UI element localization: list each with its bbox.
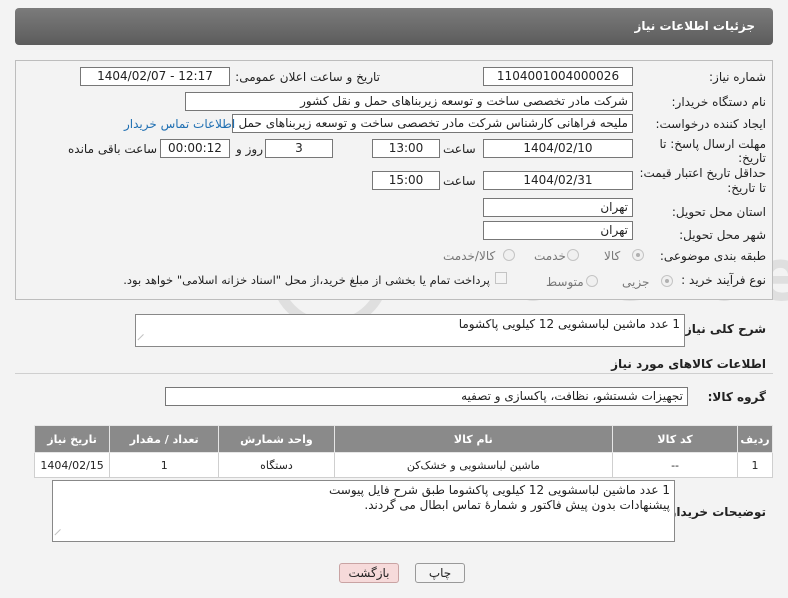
process-label: نوع فرآیند خرید : [681, 273, 766, 287]
goods-group-field: تجهیزات شستشو، نظافت، پاکسازی و تصفیه [165, 387, 688, 406]
validity-time-field: 15:00 [372, 171, 440, 190]
validity-date-field: 1404/02/31 [483, 171, 633, 190]
city-field: تهران [483, 221, 633, 240]
buyer-org-field: شرکت مادر تخصصی ساخت و توسعه زیربناهای ح… [185, 92, 633, 111]
deadline-time-label: ساعت [443, 142, 476, 156]
process-option-medium: متوسط [546, 275, 584, 289]
section-divider [15, 373, 773, 374]
page-header: جزئیات اطلاعات نیاز [15, 8, 773, 45]
summary-label: شرح کلی نیاز: [680, 322, 766, 336]
buyer-notes-line-1: 1 عدد ماشین لباسشویی 12 کیلویی پاکشوما ط… [329, 483, 670, 497]
creator-field: ملیحه فراهانی کارشناس شرکت مادر تخصصی سا… [232, 114, 633, 133]
validity-time-label: ساعت [443, 174, 476, 188]
deadline-time-field: 13:00 [372, 139, 440, 158]
table-header-row: تاریخ نیاز تعداد / مقدار واحد شمارش نام … [33, 425, 773, 453]
goods-table: تاریخ نیاز تعداد / مقدار واحد شمارش نام … [33, 425, 773, 478]
province-label: استان محل تحویل: [671, 205, 766, 219]
province-field: تهران [483, 198, 633, 217]
category-option-both: کالا/خدمت [443, 249, 496, 263]
summary-text: 1 عدد ماشین لباسشویی 12 کیلویی پاکشوما [458, 317, 680, 331]
need-number-field: 1104001004000026 [483, 67, 633, 86]
goods-group-label: گروه کالا: [707, 390, 766, 404]
cell-qty: 1 [109, 452, 220, 478]
category-option-goods: کالا [604, 249, 621, 263]
buyer-contact-link[interactable]: اطلاعات تماس خریدار [124, 117, 235, 131]
days-label: روز و [236, 142, 263, 156]
days-field: 3 [265, 139, 333, 158]
col-qty: تعداد / مقدار [109, 425, 220, 453]
col-row: ردیف [737, 425, 773, 453]
goods-section-title: اطلاعات کالاهای مورد نیاز [611, 357, 766, 371]
col-need-date: تاریخ نیاز [33, 425, 111, 453]
process-radio-medium[interactable] [586, 275, 598, 287]
cell-code: -- [612, 452, 739, 478]
category-label: طبقه بندی موضوعی: [659, 249, 766, 263]
announce-field: 1404/02/07 - 12:17 [80, 67, 230, 86]
need-number-label: شماره نیاز: [709, 70, 766, 84]
category-option-service: خدمت [534, 249, 566, 263]
resize-handle-icon[interactable] [137, 333, 150, 347]
deadline-date-field: 1404/02/10 [483, 139, 633, 158]
buyer-notes-line-2: پیشنهادات بدون پیش فاکتور و شمارۀ تماس ا… [364, 498, 670, 512]
process-option-minor: جزیی [622, 275, 650, 289]
buyer-org-label: نام دستگاه خریدار: [671, 95, 767, 109]
print-button[interactable]: چاپ [415, 563, 465, 583]
deadline-label-2: تاریخ: [738, 151, 766, 165]
page-title: جزئیات اطلاعات نیاز [634, 19, 755, 33]
col-name: نام کالا [333, 425, 614, 453]
col-unit: واحد شمارش [218, 425, 335, 453]
cell-row: 1 [737, 452, 773, 478]
cell-name: ماشین لباسشویی و خشک‌کن [333, 452, 614, 478]
remaining-time-field: 00:00:12 [160, 139, 230, 158]
deadline-label-1: مهلت ارسال پاسخ: تا [659, 137, 766, 151]
validity-label-2: تا تاریخ: [727, 181, 766, 195]
creator-label: ایجاد کننده درخواست: [655, 117, 766, 131]
col-code: کد کالا [612, 425, 739, 453]
remaining-label: ساعت باقی مانده [68, 142, 158, 156]
category-radio-goods[interactable] [632, 249, 644, 261]
cell-need-date: 1404/02/15 [33, 452, 111, 478]
back-button[interactable]: بازگشت [339, 563, 399, 583]
announce-label: تاریخ و ساعت اعلان عمومی: [235, 70, 380, 84]
cell-unit: دستگاه [218, 452, 335, 478]
summary-textarea[interactable]: 1 عدد ماشین لباسشویی 12 کیلویی پاکشوما [135, 314, 685, 347]
category-radio-both[interactable] [503, 249, 515, 261]
process-radio-minor[interactable] [661, 275, 673, 287]
treasury-checkbox[interactable] [495, 272, 507, 284]
table-row: 1404/02/15 1 دستگاه ماشین لباسشویی و خشک… [33, 452, 773, 478]
city-label: شهر محل تحویل: [679, 228, 766, 242]
payment-note: پرداخت تمام یا بخشی از مبلغ خرید،از محل … [123, 273, 490, 287]
buyer-notes-label: توضیحات خریدار: [664, 505, 766, 519]
resize-handle-icon[interactable] [54, 528, 67, 542]
buyer-notes-textarea[interactable]: 1 عدد ماشین لباسشویی 12 کیلویی پاکشوما ط… [52, 480, 675, 542]
validity-label-1: حداقل تاریخ اعتبار قیمت: [639, 166, 766, 180]
category-radio-service[interactable] [567, 249, 579, 261]
